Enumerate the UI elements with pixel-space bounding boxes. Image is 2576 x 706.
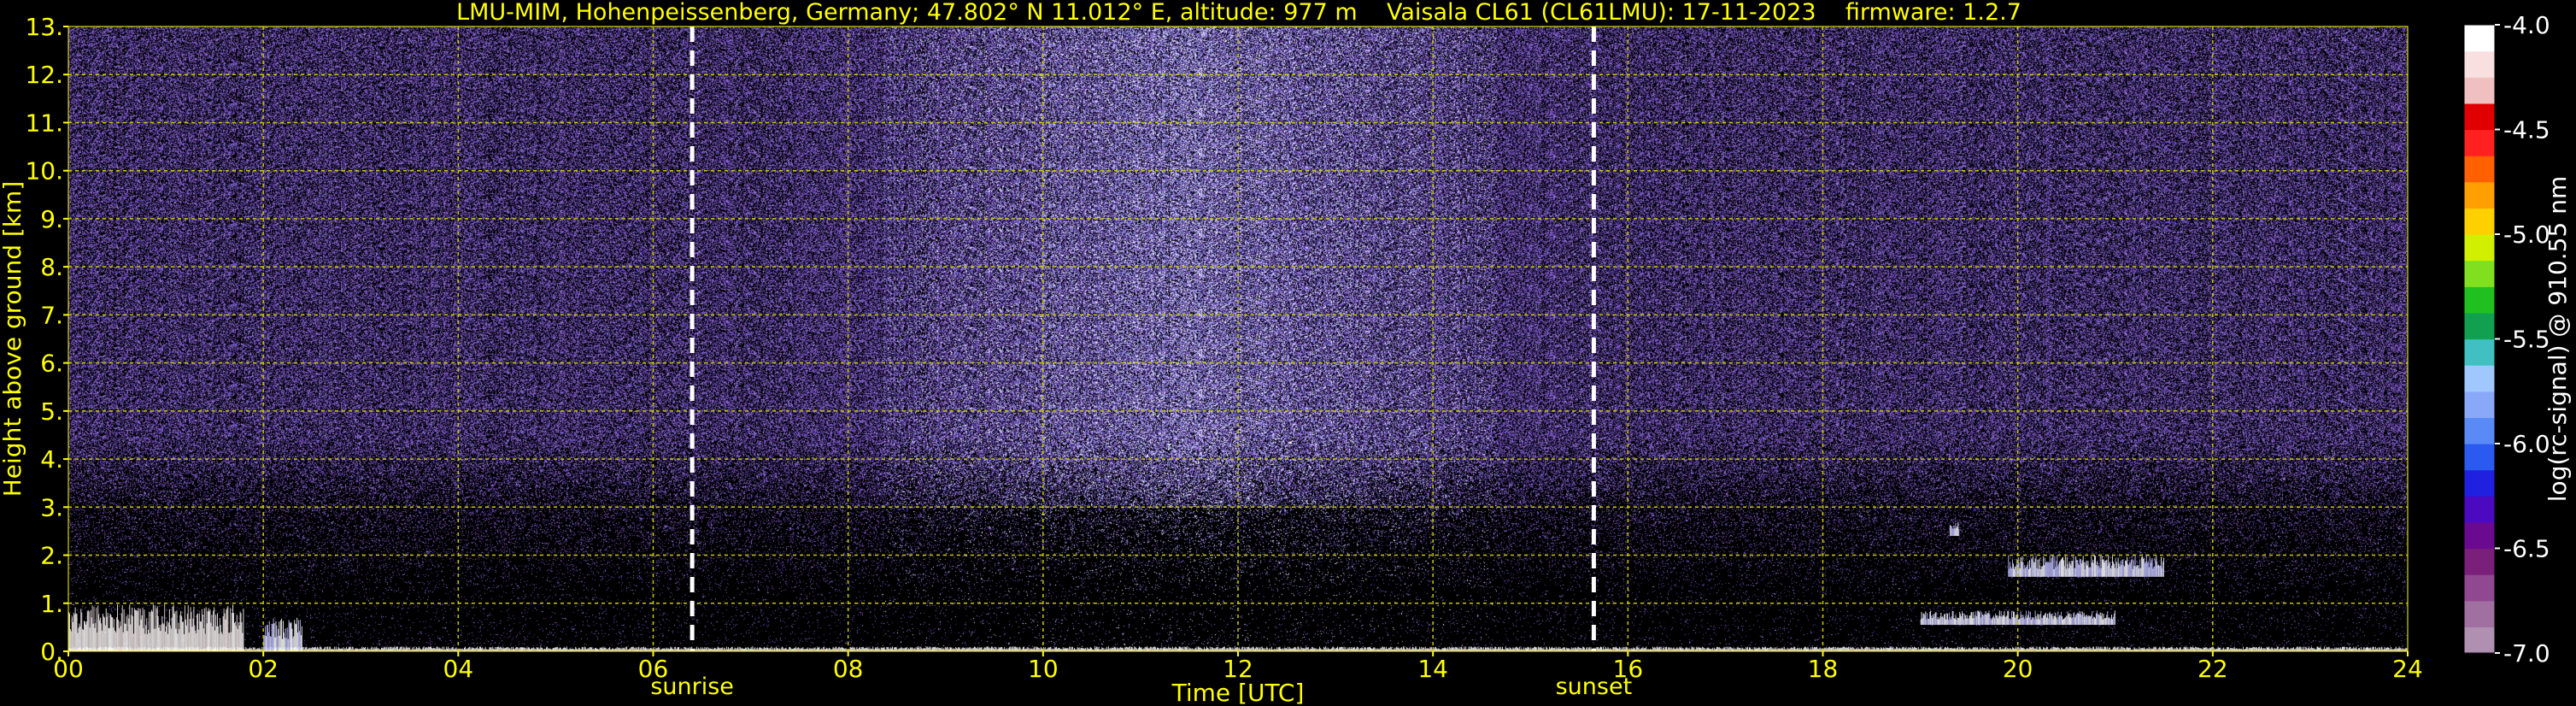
colorbar-label: log(rc-signal) @ 910.55 nm <box>2544 176 2572 502</box>
colorbar-swatch <box>2464 156 2495 183</box>
colorbar-swatch <box>2464 50 2495 78</box>
colorbar-swatch <box>2464 234 2495 262</box>
colorbar-swatch <box>2464 181 2495 209</box>
chart-title: LMU-MIM, Hohenpeissenberg, Germany; 47.8… <box>0 0 2478 26</box>
colorbar-tick-label: -7.0 <box>2503 639 2550 668</box>
colorbar-swatch <box>2464 574 2495 602</box>
colorbar-ticks: -4.0-4.5-5.0-5.5-6.0-6.5-7.0 <box>2495 11 2550 668</box>
title-firmware: firmware: 1.2.7 <box>1845 0 2021 26</box>
colorbar-swatch <box>2464 25 2495 52</box>
colorbar-swatch <box>2464 338 2495 366</box>
title-instrument: Vaisala CL61 (CL61LMU): 17-11-2023 <box>1387 0 1816 26</box>
colorbar-swatches <box>2463 24 2496 654</box>
colorbar-swatch <box>2464 286 2495 314</box>
colorbar-swatch <box>2464 260 2495 287</box>
colorbar-swatch <box>2464 600 2495 627</box>
colorbar-swatch <box>2464 129 2495 156</box>
colorbar-swatch <box>2464 627 2495 654</box>
colorbar-tick-label: -6.5 <box>2503 535 2550 563</box>
colorbar-tick-label: -4.0 <box>2503 11 2550 39</box>
colorbar-swatch <box>2464 548 2495 575</box>
colorbar-swatch <box>2464 417 2495 444</box>
colorbar-swatch <box>2464 496 2495 523</box>
colorbar-tick-label: -4.5 <box>2503 116 2550 144</box>
colorbar-swatch <box>2464 444 2495 471</box>
colorbar-swatch <box>2464 469 2495 497</box>
title-station: LMU-MIM, Hohenpeissenberg, Germany; 47.8… <box>456 0 1358 26</box>
colorbar-swatch <box>2464 521 2495 550</box>
colorbar-swatch <box>2464 365 2495 392</box>
colorbar-swatch <box>2464 77 2495 104</box>
colorbar-swatch <box>2464 312 2495 340</box>
colorbar-swatch <box>2464 208 2495 235</box>
colorbar: -4.0-4.5-5.0-5.5-6.0-6.5-7.0 log(rc-sign… <box>2463 11 2572 668</box>
colorbar-swatch <box>2464 103 2495 131</box>
colorbar-swatch <box>2464 391 2495 418</box>
